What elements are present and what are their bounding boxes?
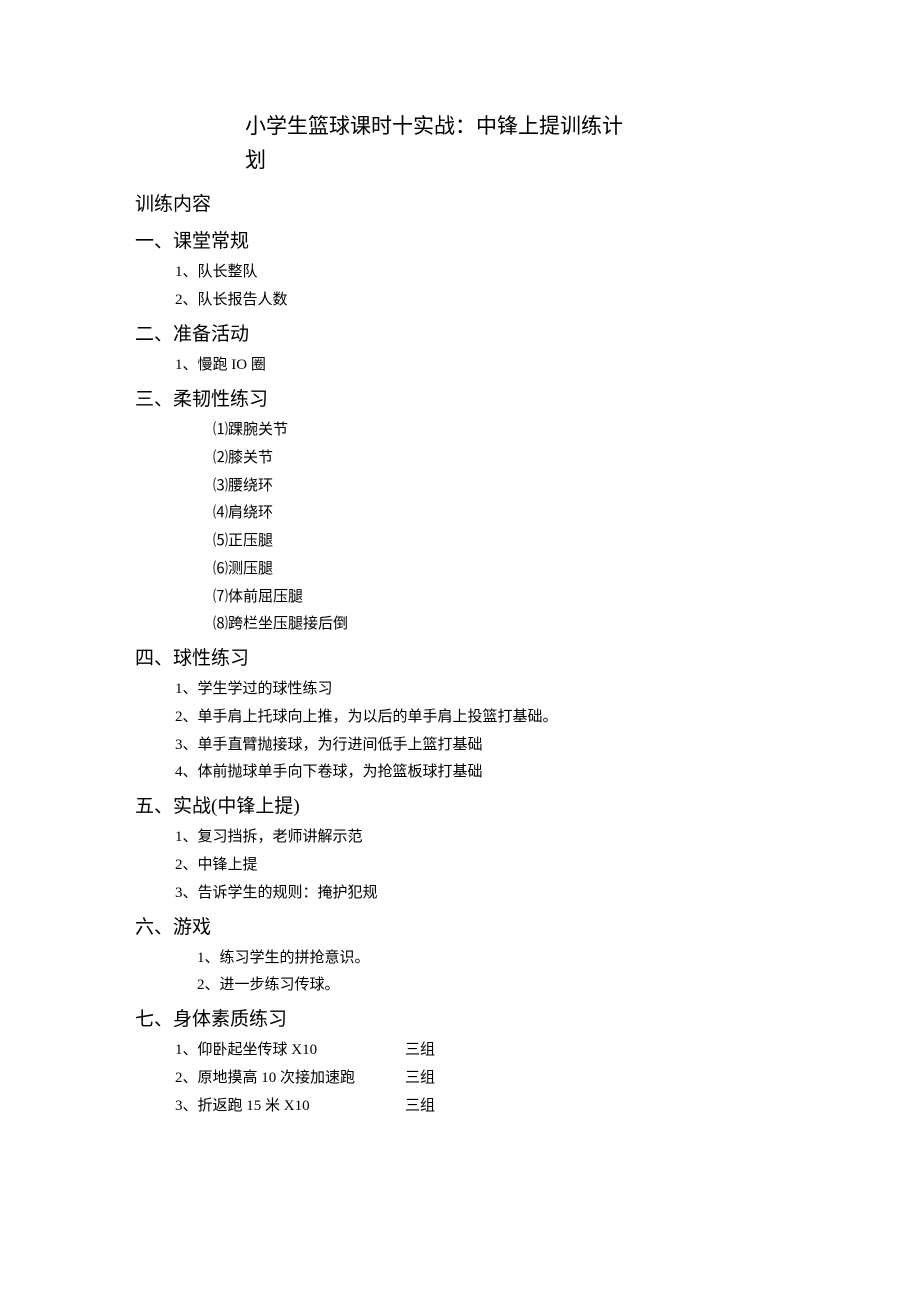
list-item: 3、单手直臂抛接球，为行进间低手上篮打基础 bbox=[135, 732, 785, 760]
section-3-heading: 三、柔韧性练习 bbox=[135, 382, 785, 417]
list-item: 1、慢跑 IO 圈 bbox=[135, 352, 785, 380]
exercise-group: 三组 bbox=[405, 1093, 435, 1121]
exercise-group: 三组 bbox=[405, 1065, 435, 1093]
section-2-heading: 二、准备活动 bbox=[135, 317, 785, 352]
list-item: 1、队长整队 bbox=[135, 259, 785, 287]
list-item: 2、进一步练习传球。 bbox=[135, 972, 785, 1000]
section-5-heading: 五、实战(中锋上提) bbox=[135, 789, 785, 824]
exercise-item: 3、折返跑 15 米 X10 三组 bbox=[135, 1093, 785, 1121]
list-item: 4、体前抛球单手向下卷球，为抢篮板球打基础 bbox=[135, 759, 785, 787]
exercise-item: 1、仰卧起坐传球 X10 三组 bbox=[135, 1037, 785, 1065]
list-item: ⑵膝关节 bbox=[135, 445, 785, 473]
list-item: ⑶腰绕环 bbox=[135, 473, 785, 501]
section-7-heading: 七、身体素质练习 bbox=[135, 1002, 785, 1037]
document-title: 小学生篮球课时十实战：中锋上提训练计划 bbox=[135, 110, 785, 177]
section-6-heading: 六、游戏 bbox=[135, 910, 785, 945]
list-item: ⑸正压腿 bbox=[135, 528, 785, 556]
list-item: 1、学生学过的球性练习 bbox=[135, 676, 785, 704]
list-item: ⑴踝腕关节 bbox=[135, 417, 785, 445]
exercise-label: 1、仰卧起坐传球 X10 bbox=[175, 1037, 405, 1065]
section-4-heading: 四、球性练习 bbox=[135, 641, 785, 676]
list-item: ⑺体前屈压腿 bbox=[135, 584, 785, 612]
list-item: 2、中锋上提 bbox=[135, 852, 785, 880]
exercise-label: 2、原地摸高 10 次接加速跑 bbox=[175, 1065, 405, 1093]
list-item: 1、复习挡拆，老师讲解示范 bbox=[135, 824, 785, 852]
list-item: 2、单手肩上托球向上推，为以后的单手肩上投篮打基础。 bbox=[135, 704, 785, 732]
section-1-heading: 一、课堂常规 bbox=[135, 224, 785, 259]
list-item: 2、队长报告人数 bbox=[135, 287, 785, 315]
content-label: 训练内容 bbox=[135, 187, 785, 222]
list-item: ⑻跨栏坐压腿接后倒 bbox=[135, 611, 785, 639]
list-item: 3、告诉学生的规则：掩护犯规 bbox=[135, 880, 785, 908]
list-item: ⑹测压腿 bbox=[135, 556, 785, 584]
exercise-group: 三组 bbox=[405, 1037, 435, 1065]
list-item: 1、练习学生的拼抢意识。 bbox=[135, 945, 785, 973]
exercise-item: 2、原地摸高 10 次接加速跑 三组 bbox=[135, 1065, 785, 1093]
exercise-label: 3、折返跑 15 米 X10 bbox=[175, 1093, 405, 1121]
list-item: ⑷肩绕环 bbox=[135, 500, 785, 528]
